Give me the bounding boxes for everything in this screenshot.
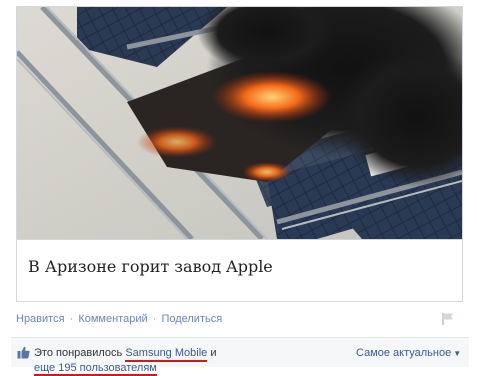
like-link[interactable]: Нравится	[16, 313, 65, 325]
likes-bar: Это понравилось Samsung Mobile и еще 195…	[11, 338, 469, 376]
post-photo[interactable]	[17, 7, 462, 239]
separator: ·	[69, 313, 74, 325]
likes-prefix: Это понравилось	[34, 347, 123, 359]
more-likers-link[interactable]: еще 195 пользователям	[34, 362, 157, 376]
share-link[interactable]: Поделиться	[161, 313, 222, 325]
likes-summary: Это понравилось Samsung Mobile и	[34, 347, 217, 362]
post-card: В Аризоне горит завод Apple	[16, 6, 463, 302]
post-actions: Нравится · Комментарий · Поделиться	[16, 313, 222, 325]
sort-label: Самое актуальное	[356, 347, 452, 359]
post-caption[interactable]: В Аризоне горит завод Apple	[28, 257, 273, 276]
likes-more[interactable]: еще 195 пользователям	[34, 362, 157, 376]
caret-down-icon: ▼	[453, 349, 462, 358]
likes-suffix: и	[210, 347, 217, 359]
post-caption-box[interactable]: В Аризоне горит завод Apple	[17, 239, 462, 301]
samsung-mobile-link[interactable]: Samsung Mobile	[125, 347, 208, 362]
sort-dropdown[interactable]: Самое актуальное ▼	[356, 347, 461, 359]
report-flag-icon[interactable]	[441, 312, 455, 326]
separator: ·	[152, 313, 157, 325]
thumbs-up-icon	[17, 346, 30, 359]
burning-factory-roof-photo	[17, 7, 462, 239]
comment-link[interactable]: Комментарий	[78, 313, 147, 325]
